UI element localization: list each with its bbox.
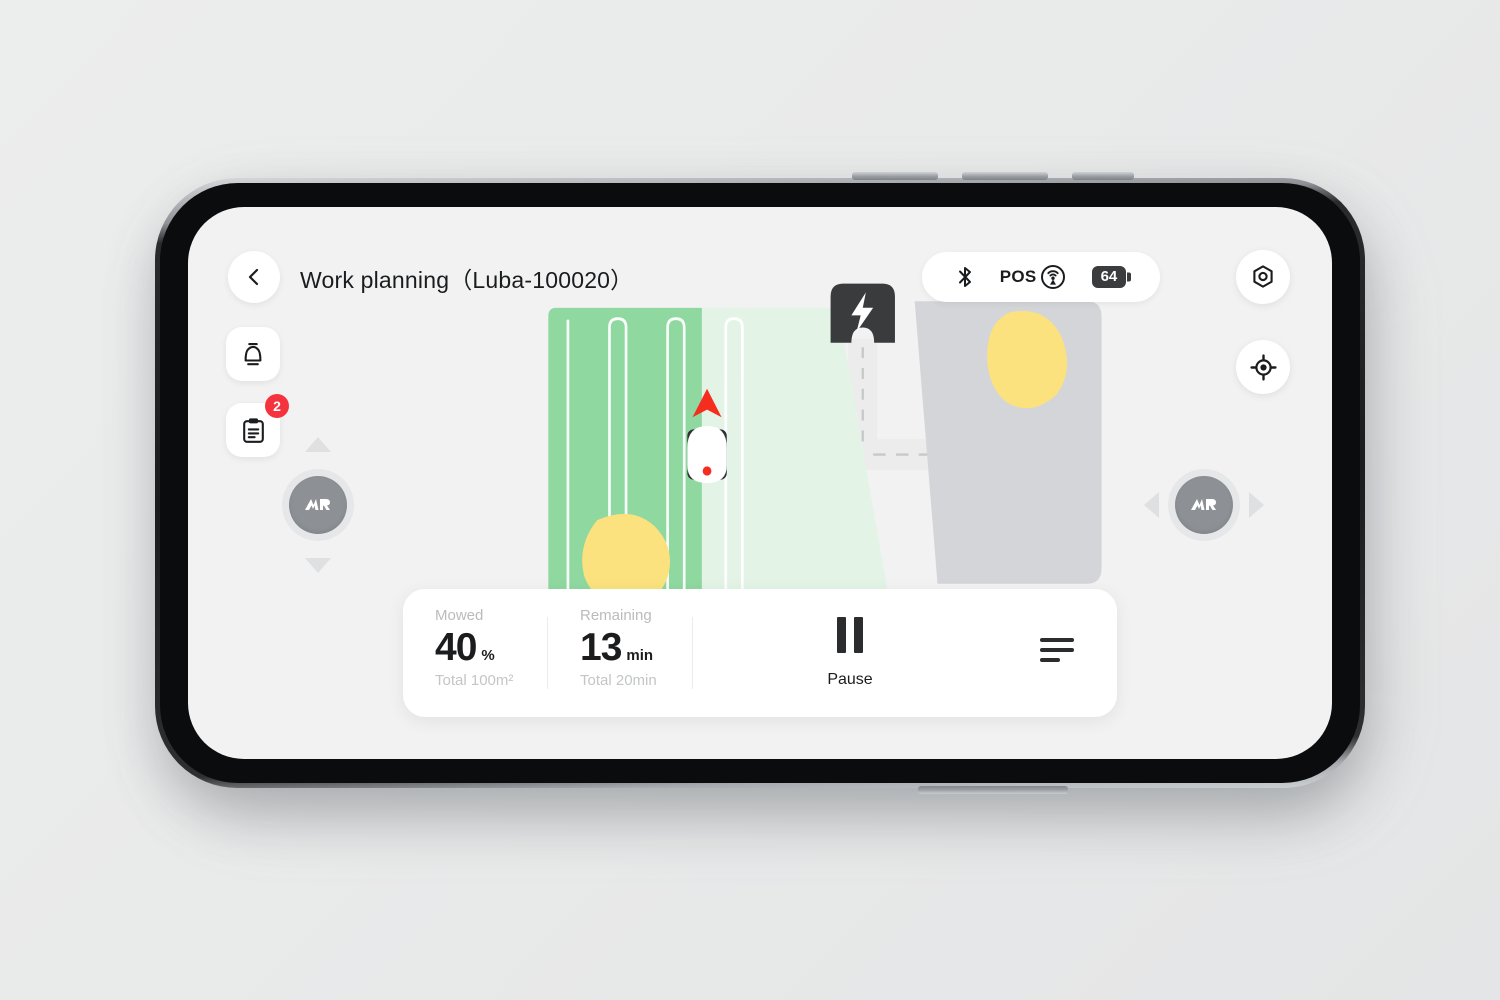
joystick-knob[interactable] <box>289 476 347 534</box>
pause-button[interactable]: Pause <box>693 589 997 717</box>
battery-indicator: 64 <box>1091 266 1127 288</box>
hexagon-gear-icon <box>1253 265 1273 288</box>
mammotion-logo-icon <box>1191 499 1216 510</box>
map-secondary-zone <box>914 301 1102 584</box>
phone-device-frame: Work planning（Luba-100020） POS 64 2 Mowe… <box>155 178 1365 788</box>
locate-robot-button[interactable] <box>1236 340 1290 394</box>
pause-icon <box>837 617 863 653</box>
mowed-stat: Mowed 40 % Total 100m² <box>403 589 547 717</box>
remaining-stat: Remaining 13 min Total 20min <box>548 589 692 717</box>
mowed-unit: % <box>481 647 495 664</box>
page-title: Work planning（Luba-100020） <box>300 267 634 293</box>
remaining-total: Total 20min <box>580 672 657 689</box>
battery-level: 64 <box>1100 268 1118 285</box>
gps-signal-icon <box>1040 265 1065 289</box>
positioning-status: POS <box>1000 264 1066 290</box>
remaining-unit: min <box>626 647 654 664</box>
steering-joystick[interactable] <box>1144 435 1264 575</box>
mammotion-logo-icon <box>305 499 330 510</box>
arrow-right-icon[interactable] <box>1249 492 1264 518</box>
status-indicator-pill: POS 64 <box>922 252 1160 302</box>
volume-up-button[interactable] <box>852 172 938 180</box>
forward-backward-joystick[interactable] <box>258 435 378 575</box>
task-detail-list-button[interactable] <box>997 589 1117 717</box>
mowed-value: 40 <box>435 626 477 669</box>
arrow-up-icon[interactable] <box>305 437 331 452</box>
mowed-total: Total 100m² <box>435 672 514 689</box>
bell-icon <box>244 342 262 365</box>
settings-button[interactable] <box>1236 250 1290 304</box>
arrow-down-icon[interactable] <box>305 558 331 573</box>
remaining-value: 13 <box>580 626 622 669</box>
task-badge: 2 <box>265 394 289 418</box>
pos-label: POS <box>999 267 1037 286</box>
mowed-label: Mowed <box>435 607 484 624</box>
work-status-card: Mowed 40 % Total 100m² Remaining 13 min … <box>403 589 1117 717</box>
phone-screen: Work planning（Luba-100020） POS 64 2 Mowe… <box>188 207 1332 759</box>
remaining-label: Remaining <box>580 607 652 624</box>
pause-label: Pause <box>827 671 873 688</box>
back-button[interactable] <box>228 251 280 303</box>
list-lines-icon <box>1040 638 1074 662</box>
phone-bezel: Work planning（Luba-100020） POS 64 2 Mowe… <box>160 183 1360 783</box>
joystick-knob[interactable] <box>1175 476 1233 534</box>
bluetooth-icon <box>958 267 971 287</box>
notification-button[interactable] <box>226 327 280 381</box>
crosshair-target-icon <box>1249 353 1277 381</box>
volume-down-button[interactable] <box>962 172 1048 180</box>
action-button[interactable] <box>1072 172 1134 180</box>
charging-dock-icon[interactable] <box>830 283 895 343</box>
arrow-left-icon[interactable] <box>1144 492 1159 518</box>
power-button[interactable] <box>918 786 1068 794</box>
chevron-left-icon <box>248 268 259 286</box>
